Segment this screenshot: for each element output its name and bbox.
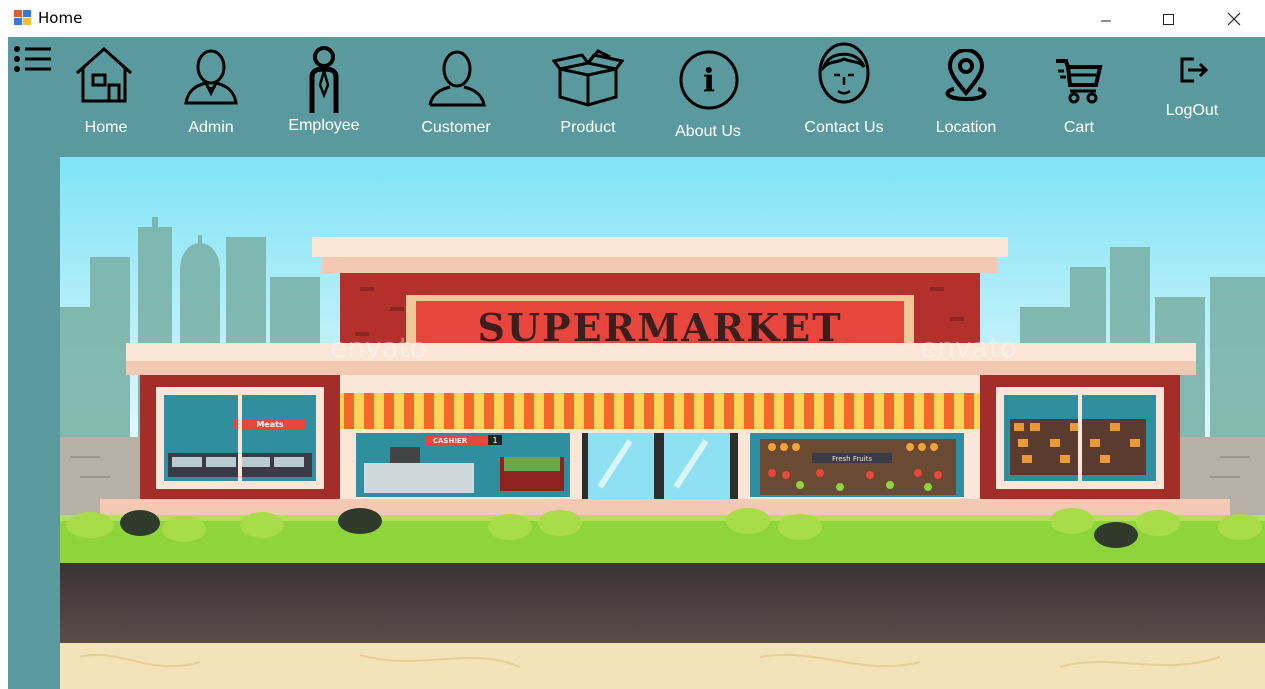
nav-home-label: Home: [84, 119, 128, 136]
watermark-left-text: envato: [330, 331, 427, 364]
nav-admin-label: Admin: [188, 119, 234, 136]
nav-cart-label: Cart: [1063, 119, 1095, 136]
supermarket-banner-image: SUPERMARKET Meats CASHIER 1 Fresh Fruits…: [60, 157, 1265, 689]
map-pin-icon: [945, 49, 987, 102]
minimize-button[interactable]: [1083, 0, 1129, 37]
nav-customer-button[interactable]: Customer: [410, 37, 502, 153]
close-icon: [1227, 12, 1241, 25]
window-titlebar: Home: [0, 0, 1265, 37]
box-icon: [552, 49, 624, 107]
nav-about-label: About Us: [675, 123, 741, 140]
meats-sign-text: Meats: [256, 420, 284, 429]
minimize-icon: [1101, 20, 1111, 21]
app-icon: [14, 10, 31, 25]
menu-list-icon[interactable]: [11, 41, 55, 81]
nav-about-button[interactable]: i About Us: [662, 37, 754, 153]
nav-contact-button[interactable]: Contact Us: [792, 37, 896, 153]
watermark-right-text: envato: [920, 331, 1017, 364]
customer-icon: [428, 50, 486, 107]
nav-contact-label: Contact Us: [804, 119, 884, 136]
nav-logout-label: LogOut: [1165, 102, 1219, 119]
nav-product-label: Product: [560, 119, 616, 136]
window-title: Home: [38, 9, 83, 27]
nav-cart-button[interactable]: Cart: [1044, 37, 1114, 153]
nav-location-label: Location: [935, 119, 997, 136]
cart-icon: [1056, 59, 1103, 104]
maximize-icon: [1163, 13, 1174, 25]
nav-employee-button[interactable]: Employee: [276, 37, 372, 153]
nav-admin-button[interactable]: Admin: [176, 37, 246, 153]
logout-icon: [1180, 57, 1208, 83]
nav-location-button[interactable]: Location: [926, 37, 1006, 153]
svg-text:i: i: [703, 61, 715, 99]
employee-icon: [309, 46, 339, 113]
house-icon: [76, 46, 132, 103]
nav-home-button[interactable]: Home: [66, 37, 146, 153]
cashier-number-text: 1: [492, 436, 497, 445]
nav-customer-label: Customer: [421, 119, 491, 136]
nav-logout-button[interactable]: LogOut: [1150, 37, 1234, 153]
nav-employee-label: Employee: [288, 117, 360, 134]
admin-user-icon: [184, 49, 238, 105]
fresh-fruits-sign-text: Fresh Fruits: [832, 455, 872, 463]
close-button[interactable]: [1211, 0, 1257, 37]
maximize-button[interactable]: [1145, 0, 1191, 37]
face-icon: [818, 42, 870, 104]
cashier-sign-text: CASHIER: [433, 437, 468, 445]
info-icon: i: [679, 50, 739, 110]
nav-product-button[interactable]: Product: [546, 37, 630, 153]
